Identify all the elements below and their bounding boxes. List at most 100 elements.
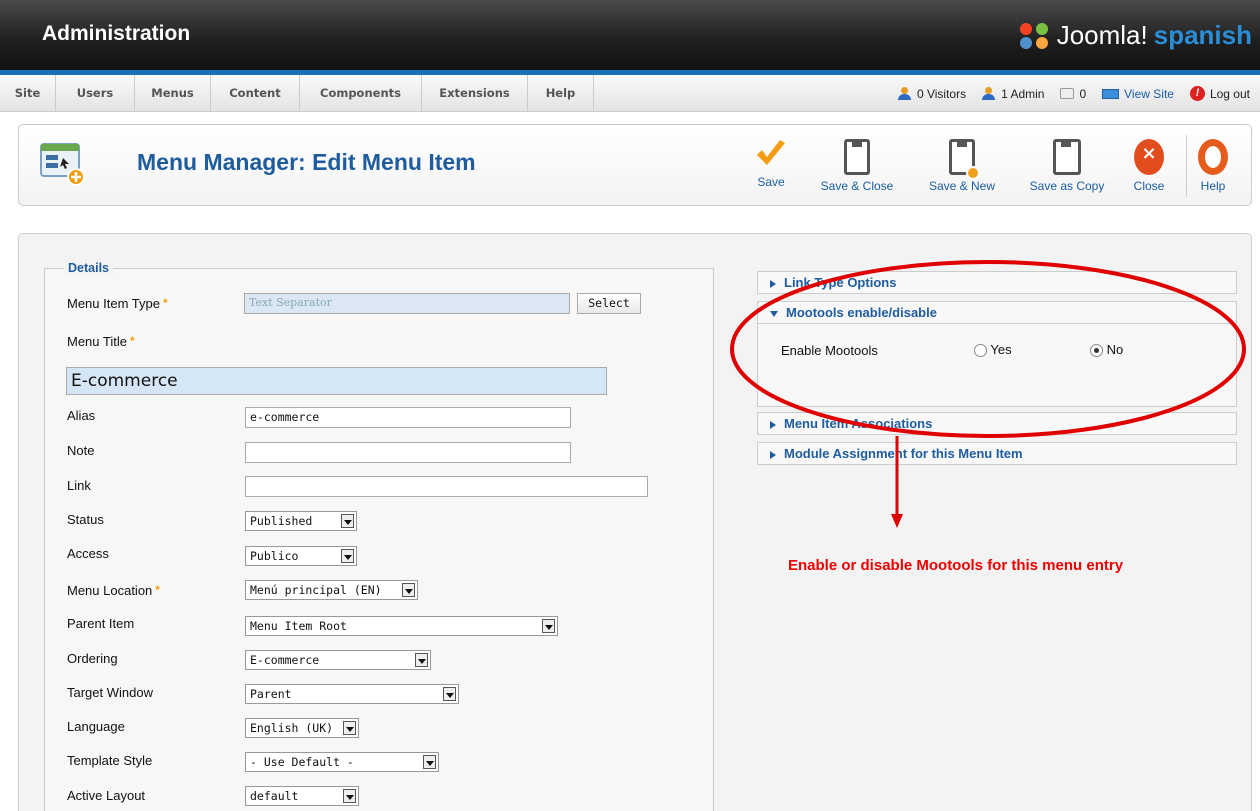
- visitors-count: 0 Visitors: [916, 86, 967, 101]
- close-button[interactable]: × Close: [1125, 135, 1173, 197]
- visitors-status: 0 Visitors: [897, 86, 967, 101]
- admins-count: 1 Admin: [1001, 86, 1045, 101]
- save-button[interactable]: Save: [749, 135, 793, 197]
- ordering-label: Ordering: [67, 651, 118, 666]
- menu-title-input[interactable]: E-commerce: [66, 367, 607, 395]
- note-label: Note: [67, 443, 95, 458]
- messages-status[interactable]: 0: [1060, 87, 1086, 101]
- caret-right-icon: [770, 450, 776, 459]
- save-copy-label: Save as Copy: [1029, 179, 1105, 193]
- chevron-down-icon: [415, 653, 428, 667]
- associations-panel[interactable]: Menu Item Associations: [757, 412, 1237, 435]
- floppy-copy-icon: [1053, 139, 1081, 175]
- logout-icon: !: [1189, 86, 1205, 101]
- menu-location-label: Menu Location *: [67, 583, 160, 598]
- menu-components[interactable]: Components: [300, 75, 422, 112]
- menu-item-type-input: Text Separator: [244, 293, 570, 314]
- menu-content[interactable]: Content: [211, 75, 300, 112]
- template-style-select[interactable]: - Use Default -: [245, 752, 439, 772]
- target-window-select[interactable]: Parent: [245, 684, 459, 704]
- joomla-logo: Joomla! spanish: [1017, 20, 1252, 51]
- chevron-down-icon: [402, 583, 415, 597]
- select-type-button[interactable]: Select: [577, 293, 641, 314]
- logout-link[interactable]: ! Log out: [1189, 86, 1250, 101]
- logout-label: Log out: [1209, 86, 1250, 101]
- menu-site[interactable]: Site: [0, 75, 56, 112]
- template-style-label: Template Style: [67, 753, 153, 768]
- details-legend: Details: [64, 261, 113, 275]
- save-new-button[interactable]: Save & New: [917, 135, 1007, 197]
- access-select[interactable]: Publico: [245, 546, 357, 566]
- lifebuoy-icon: [1198, 139, 1228, 175]
- alias-input[interactable]: e-commerce: [245, 407, 571, 428]
- mootools-yes-option[interactable]: Yes: [974, 342, 1012, 358]
- chevron-down-icon: [343, 789, 356, 803]
- ordering-value: E-commerce: [250, 653, 320, 667]
- language-select[interactable]: English (UK): [245, 718, 359, 738]
- link-input[interactable]: [245, 476, 648, 497]
- details-fieldset: [44, 268, 714, 811]
- caret-right-icon: [770, 279, 776, 288]
- floppy-new-icon: [949, 139, 980, 180]
- caret-down-icon: [770, 310, 778, 317]
- active-layout-value: default: [250, 789, 299, 803]
- access-value: Publico: [250, 549, 299, 563]
- chevron-down-icon: [343, 721, 356, 735]
- admin-icon: [982, 87, 996, 100]
- save-new-label: Save & New: [928, 179, 996, 193]
- chevron-down-icon: [341, 549, 354, 563]
- module-assignment-panel[interactable]: Module Assignment for this Menu Item: [757, 442, 1237, 465]
- parent-item-select[interactable]: Menu Item Root: [245, 616, 558, 636]
- required-mark: *: [162, 296, 168, 310]
- target-window-label: Target Window: [67, 685, 153, 700]
- status-bar: 0 Visitors 1 Admin 0 View Site ! Log out: [897, 75, 1250, 112]
- save-copy-button[interactable]: Save as Copy: [1015, 135, 1119, 197]
- help-label: Help: [1200, 179, 1226, 193]
- close-label: Close: [1133, 179, 1165, 193]
- admin-title: Administration: [42, 22, 191, 45]
- logo-suffix: spanish: [1153, 20, 1252, 50]
- parent-item-value: Menu Item Root: [250, 619, 347, 633]
- link-type-options-panel[interactable]: Link Type Options: [757, 271, 1237, 294]
- menu-help[interactable]: Help: [528, 75, 594, 112]
- active-layout-label: Active Layout: [67, 788, 146, 803]
- toolbar-box: Menu Manager: Edit Menu Item Save Save &…: [18, 124, 1252, 206]
- no-radio[interactable]: [1090, 344, 1103, 358]
- checkmark-icon: [757, 140, 785, 165]
- menu-menus[interactable]: Menus: [135, 75, 211, 112]
- status-label: Status: [67, 512, 104, 527]
- menu-extensions[interactable]: Extensions: [422, 75, 528, 112]
- associations-title: Menu Item Associations: [784, 416, 933, 431]
- mootools-panel-body: Enable Mootools Yes No: [757, 324, 1237, 407]
- chevron-down-icon: [341, 514, 354, 528]
- messages-icon: [1060, 88, 1075, 99]
- module-assignment-title: Module Assignment for this Menu Item: [784, 446, 1023, 461]
- ordering-select[interactable]: E-commerce: [245, 650, 431, 670]
- required-mark: *: [129, 334, 135, 348]
- messages-count: 0: [1079, 86, 1087, 101]
- help-button[interactable]: Help: [1193, 135, 1233, 197]
- save-label: Save: [757, 175, 785, 189]
- save-close-button[interactable]: Save & Close: [811, 135, 903, 197]
- visitors-icon: [897, 87, 912, 100]
- admins-status: 1 Admin: [982, 87, 1044, 101]
- menu-users[interactable]: Users: [56, 75, 135, 112]
- yes-label: Yes: [990, 342, 1012, 357]
- mootools-panel-header[interactable]: Mootools enable/disable: [757, 301, 1237, 324]
- yes-radio[interactable]: [974, 344, 987, 358]
- status-select[interactable]: Published: [245, 511, 357, 531]
- mootools-no-option[interactable]: No: [1090, 342, 1123, 358]
- language-value: English (UK): [250, 721, 334, 735]
- view-site-link[interactable]: View Site: [1102, 87, 1174, 101]
- annotation-text: Enable or disable Mootools for this menu…: [788, 557, 1124, 574]
- parent-item-label: Parent Item: [67, 616, 135, 631]
- floppy-icon: [844, 139, 870, 175]
- page-title: Menu Manager: Edit Menu Item: [137, 149, 476, 175]
- access-label: Access: [67, 546, 109, 561]
- note-input[interactable]: [245, 442, 571, 463]
- menu-location-select[interactable]: Menú principal (EN): [245, 580, 418, 600]
- required-mark: *: [155, 583, 160, 597]
- active-layout-select[interactable]: default: [245, 786, 359, 806]
- admin-header: Administration Joomla! spanish: [0, 0, 1260, 70]
- menu-manager-icon: [40, 143, 85, 186]
